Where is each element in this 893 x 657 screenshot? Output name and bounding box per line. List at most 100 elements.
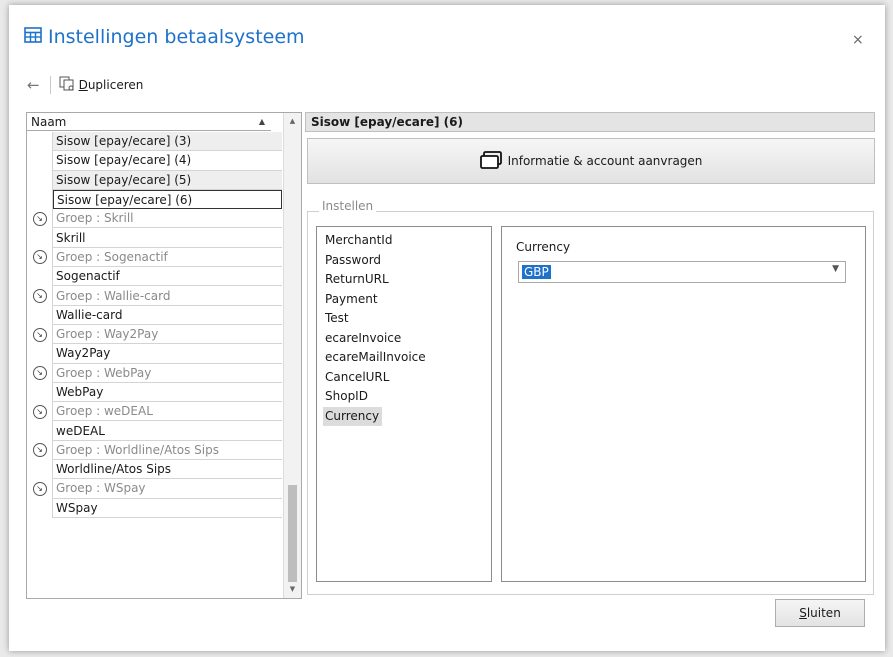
expand-group-icon[interactable]: ↘ xyxy=(32,404,47,419)
group-row[interactable]: ↘ Groep : Sogenactif xyxy=(27,247,282,268)
expand-group-icon[interactable]: ↘ xyxy=(32,289,47,304)
duplicate-icon xyxy=(59,76,75,94)
group-row[interactable]: ↘ Groep : weDEAL xyxy=(27,402,282,422)
list-item-label: Sisow [epay/ecare] (3) xyxy=(53,132,282,152)
close-button-label: Sluiten xyxy=(799,606,841,620)
parameter-item[interactable]: Test xyxy=(323,309,352,329)
card-icon xyxy=(479,150,502,172)
row-indent xyxy=(27,170,53,190)
list-header-label: Naam xyxy=(31,114,67,129)
row-indent xyxy=(27,228,53,248)
duplicate-label: Dupliceren xyxy=(78,78,144,92)
list-item-label: Groep : WSpay xyxy=(53,479,282,499)
group-row[interactable]: ↘ Groep : Wallie-card xyxy=(27,286,282,306)
group-row[interactable]: ↘ Groep : WSpay xyxy=(27,479,282,499)
group-row[interactable]: ↘ Groep : Worldline/Atos Sips xyxy=(27,440,282,461)
parameter-item[interactable]: ShopID xyxy=(323,387,371,407)
row-indent xyxy=(27,344,53,364)
row-indent xyxy=(27,460,53,480)
row-indent: ↘ xyxy=(27,324,53,345)
field-label: Currency xyxy=(516,240,571,254)
scrollbar-thumb[interactable] xyxy=(288,485,297,582)
parameter-editor: Currency GBP ▼ xyxy=(501,226,866,582)
sort-up-icon[interactable]: ▲ xyxy=(259,117,265,126)
list-item-label: Groep : Way2Pay xyxy=(53,325,282,345)
currency-select[interactable]: GBP ▼ xyxy=(518,261,846,283)
expand-group-icon[interactable]: ↘ xyxy=(32,211,47,226)
row-indent: ↘ xyxy=(27,247,53,268)
parameter-item[interactable]: Payment xyxy=(323,290,381,310)
list-item-label: Groep : Worldline/Atos Sips xyxy=(53,441,282,461)
list-item-label: WSpay xyxy=(53,499,282,518)
expand-group-icon[interactable]: ↘ xyxy=(32,443,47,458)
expand-group-icon[interactable]: ↘ xyxy=(32,366,47,381)
list-item[interactable]: WebPay xyxy=(27,382,282,403)
row-indent: ↘ xyxy=(27,209,53,229)
list-item-label: Sisow [epay/ecare] (4) xyxy=(53,151,282,171)
close-button[interactable]: Sluiten xyxy=(775,599,865,627)
group-row[interactable]: ↘ Groep : WebPay xyxy=(27,363,282,383)
row-indent: ↘ xyxy=(27,402,53,422)
list-item-label: weDEAL xyxy=(53,421,282,441)
scroll-down-icon[interactable]: ▼ xyxy=(284,581,301,598)
list-item[interactable]: WSpay xyxy=(27,498,282,518)
info-account-label: Informatie & account aanvragen xyxy=(507,154,703,168)
scroll-up-icon[interactable]: ▲ xyxy=(284,113,301,130)
detail-title: Sisow [epay/ecare] (6) xyxy=(305,112,875,132)
list-item-label: Worldline/Atos Sips xyxy=(53,460,282,480)
row-indent: ↘ xyxy=(27,440,53,461)
list-item[interactable]: Way2Pay xyxy=(27,344,282,364)
list-item[interactable]: Worldline/Atos Sips xyxy=(27,460,282,480)
list-item-label: Sisow [epay/ecare] (6) xyxy=(53,189,282,210)
group-row[interactable]: ↘ Groep : Way2Pay xyxy=(27,324,282,345)
parameter-item[interactable]: Password xyxy=(323,251,384,271)
parameter-list: MerchantId Password ReturnURL Payment Test ec… xyxy=(316,226,492,582)
dialog-title: Instellingen betaalsysteem xyxy=(24,26,305,48)
list-item[interactable]: Skrill xyxy=(27,228,282,248)
grid-icon xyxy=(24,26,42,48)
list-item[interactable]: Sisow [epay/ecare] (4) xyxy=(27,151,282,171)
list-item[interactable]: Wallie-card xyxy=(27,305,282,325)
list-item-label: Groep : Skrill xyxy=(53,209,282,229)
list-header-naam[interactable]: Naam ▲ xyxy=(27,113,271,131)
list-scrollbar[interactable]: ▲ ▼ xyxy=(283,113,301,598)
row-indent xyxy=(27,151,53,171)
back-arrow-icon[interactable]: ← xyxy=(27,76,40,94)
group-row[interactable]: ↘ Groep : Skrill xyxy=(27,209,282,229)
parameter-item[interactable]: Currency xyxy=(323,406,383,426)
expand-group-icon[interactable]: ↘ xyxy=(32,327,47,342)
parameter-item[interactable]: ReturnURL xyxy=(323,270,392,290)
list-item[interactable]: Sogenactif xyxy=(27,267,282,287)
chevron-down-icon[interactable]: ▼ xyxy=(832,264,839,274)
parameter-item[interactable]: CancelURL xyxy=(323,368,392,388)
list-item-label: Way2Pay xyxy=(53,344,282,364)
list-item-label: Groep : Sogenactif xyxy=(53,248,282,268)
expand-group-icon[interactable]: ↘ xyxy=(32,481,47,496)
row-indent xyxy=(27,421,53,441)
row-indent: ↘ xyxy=(27,363,53,383)
parameter-item[interactable]: MerchantId xyxy=(323,231,395,251)
row-indent: ↘ xyxy=(27,286,53,306)
list-item[interactable]: Sisow [epay/ecare] (5) xyxy=(27,170,282,190)
list-item-label: Sisow [epay/ecare] (5) xyxy=(53,170,282,190)
parameter-item[interactable]: ecareInvoice xyxy=(323,329,404,349)
row-indent xyxy=(27,498,53,518)
duplicate-button[interactable]: Dupliceren xyxy=(59,76,144,94)
row-indent xyxy=(27,267,53,287)
row-indent xyxy=(27,132,53,152)
payment-list: Naam ▲ Sisow [epay/ecare] (3) Sisow [epay… xyxy=(26,112,302,599)
row-indent xyxy=(27,189,53,210)
close-icon[interactable]: × xyxy=(852,32,864,48)
list-item-label: Sogenactif xyxy=(53,267,282,287)
instellen-legend: Instellen xyxy=(319,199,377,213)
info-account-button[interactable]: Informatie & account aanvragen xyxy=(307,138,875,184)
currency-value: GBP xyxy=(522,265,551,279)
expand-group-icon[interactable]: ↘ xyxy=(32,250,47,265)
row-indent: ↘ xyxy=(27,479,53,499)
parameter-item[interactable]: ecareMailInvoice xyxy=(323,348,429,368)
list-rows: Sisow [epay/ecare] (3) Sisow [epay/ecare]… xyxy=(27,132,282,518)
list-item[interactable]: weDEAL xyxy=(27,421,282,441)
list-item[interactable]: Sisow [epay/ecare] (3) xyxy=(27,132,282,152)
list-item-label: Groep : Wallie-card xyxy=(53,286,282,306)
list-item[interactable]: Sisow [epay/ecare] (6) xyxy=(27,189,282,210)
